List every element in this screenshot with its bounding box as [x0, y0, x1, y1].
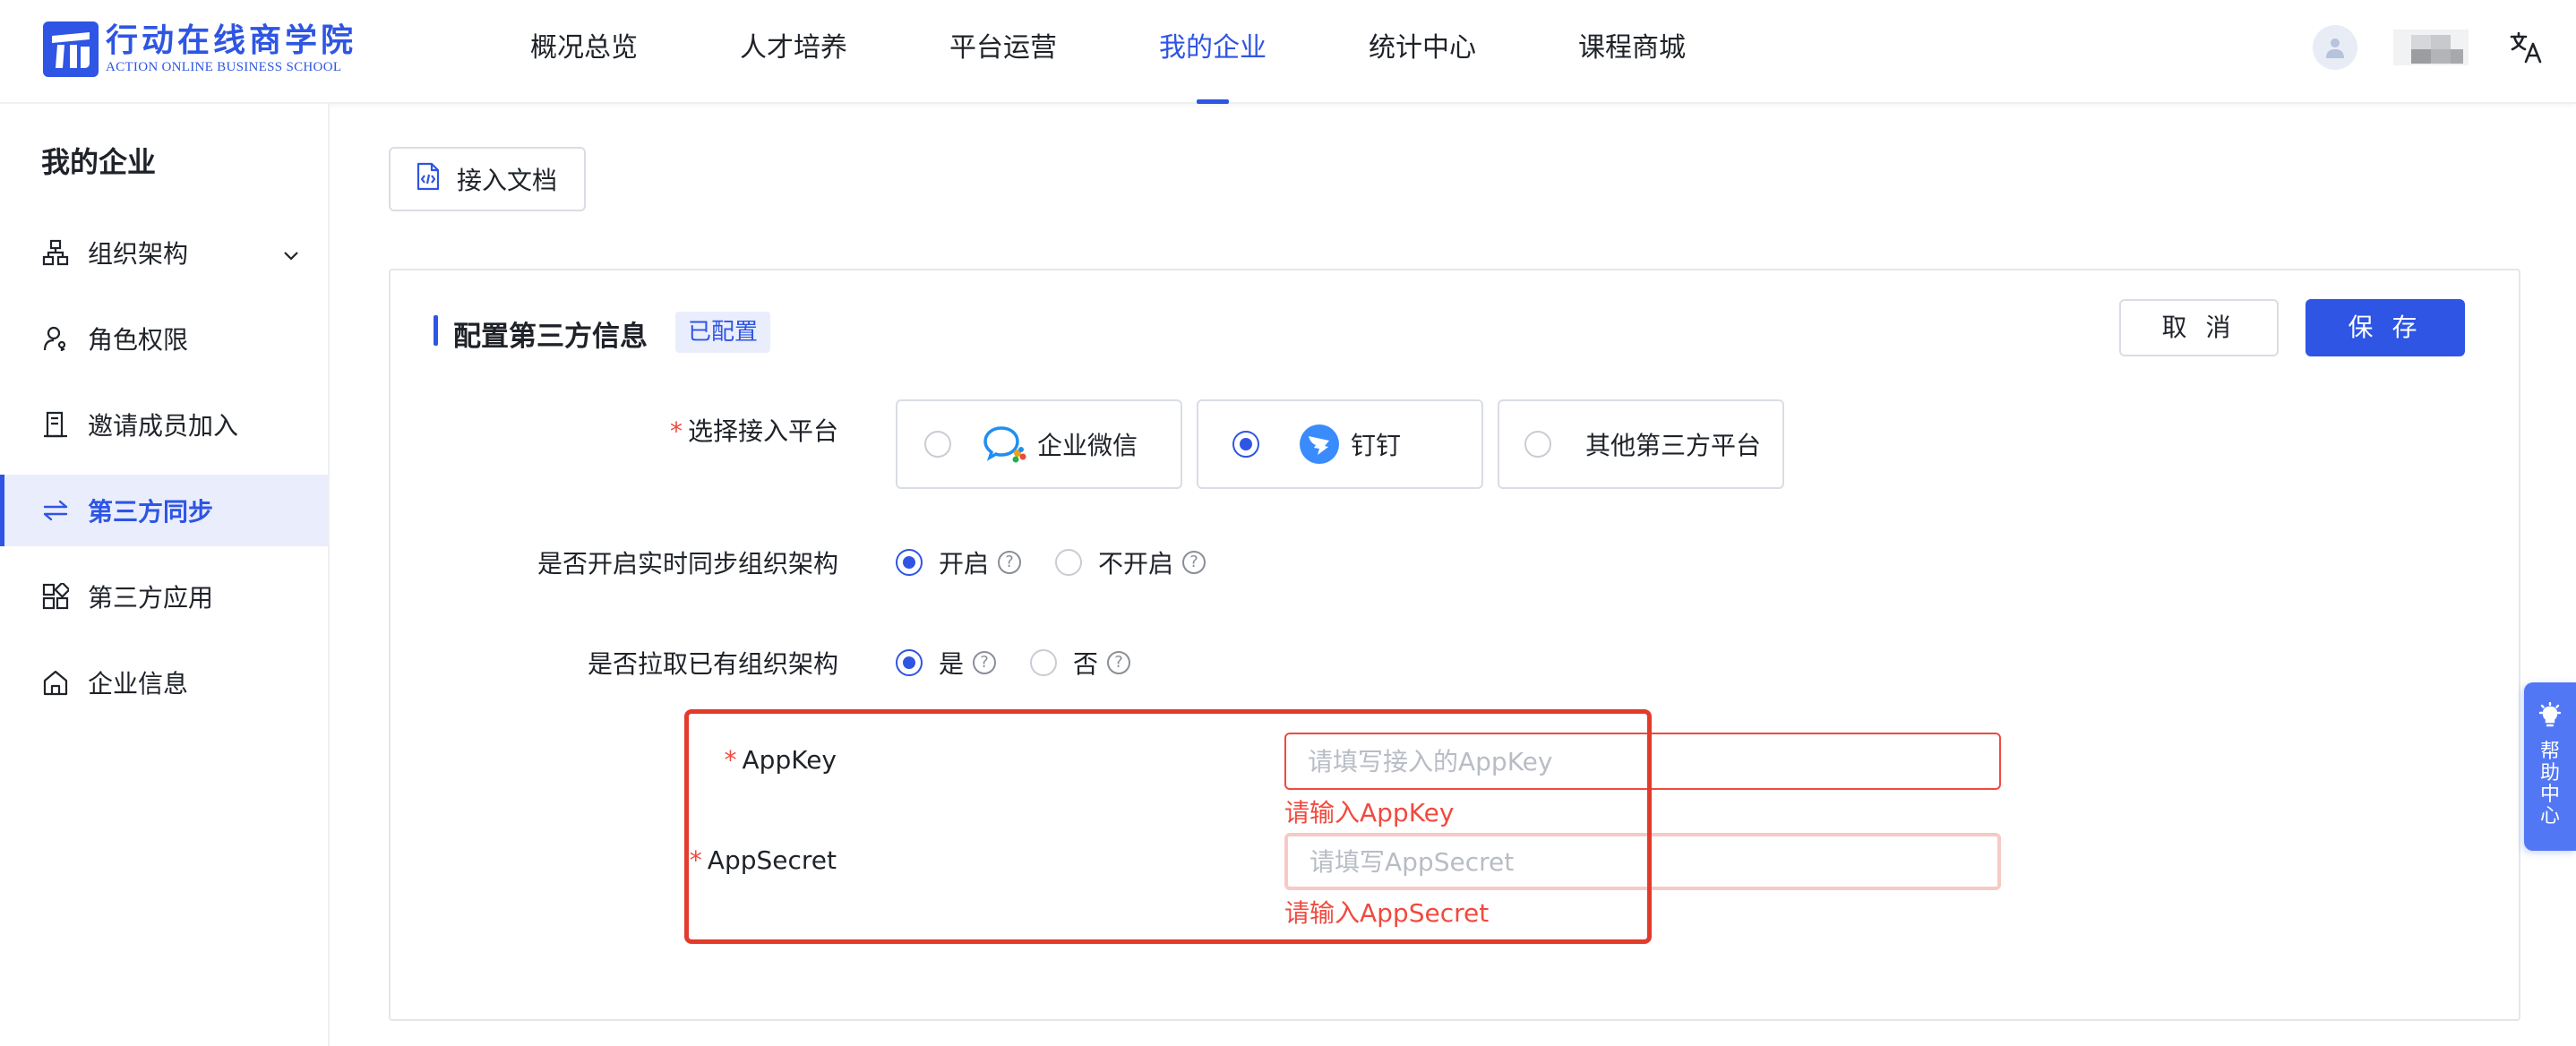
brand-name-cn: 行动在线商学院 — [106, 22, 357, 59]
sidebar-item-org-structure[interactable]: 组织架构 — [0, 217, 328, 288]
nav-item-my-enterprise[interactable]: 我的企业 — [1159, 0, 1267, 104]
help-center-tab[interactable]: 帮助中心 — [2524, 682, 2576, 851]
brand-logo[interactable]: 行动在线商学院 ACTION ONLINE BUSINESS SCHOOL — [43, 21, 356, 77]
integration-doc-button[interactable]: 接入文档 — [389, 147, 586, 211]
user-avatar-icon[interactable] — [2313, 25, 2357, 70]
sync-arrows-icon — [41, 496, 70, 525]
sidebar-item-label: 第三方应用 — [88, 583, 214, 613]
org-chart-icon — [41, 238, 70, 267]
sidebar-item-label: 组织架构 — [88, 239, 189, 269]
sidebar-item-label: 第三方同步 — [88, 497, 214, 527]
nav-item-operations[interactable]: 平台运营 — [949, 0, 1057, 104]
nav-item-overview[interactable]: 概况总览 — [530, 0, 638, 104]
sidebar-item-third-party-sync[interactable]: 第三方同步 — [0, 475, 328, 546]
help-center-label: 帮助中心 — [2539, 741, 2560, 827]
logo-mark-icon — [43, 21, 99, 77]
sidebar-item-third-party-apps[interactable]: 第三方应用 — [0, 561, 328, 632]
doc-button-label: 接入文档 — [457, 166, 558, 195]
home-icon — [41, 668, 70, 697]
lightbulb-icon — [2538, 701, 2562, 733]
sidebar-item-enterprise-info[interactable]: 企业信息 — [0, 647, 328, 718]
code-file-icon — [416, 162, 441, 197]
top-header: 行动在线商学院 ACTION ONLINE BUSINESS SCHOOL 概况… — [0, 0, 2576, 104]
sidebar: 我的企业 组织架构 角色权限 邀请成员加入 第三方同步 第三方应用 企业信息 — [0, 104, 330, 1046]
user-name-redacted[interactable] — [2393, 30, 2469, 65]
nav-item-talent[interactable]: 人才培养 — [740, 0, 847, 104]
user-key-icon — [41, 324, 70, 353]
sidebar-item-invite-members[interactable]: 邀请成员加入 — [0, 389, 328, 460]
nav-item-course-mall[interactable]: 课程商城 — [1578, 0, 1686, 104]
sidebar-item-label: 角色权限 — [88, 325, 189, 355]
sidebar-item-label: 企业信息 — [88, 669, 189, 699]
apps-grid-icon — [41, 582, 70, 611]
sidebar-title: 我的企业 — [41, 145, 157, 179]
main-nav: 概况总览 人才培养 平台运营 我的企业 统计中心 课程商城 — [530, 0, 1788, 104]
invite-doc-icon — [41, 410, 70, 439]
brand-name-en: ACTION ONLINE BUSINESS SCHOOL — [106, 60, 342, 74]
sidebar-item-label: 邀请成员加入 — [88, 411, 239, 441]
translate-icon[interactable] — [2508, 30, 2544, 65]
nav-item-statistics[interactable]: 统计中心 — [1369, 0, 1476, 104]
sidebar-item-role-permission[interactable]: 角色权限 — [0, 303, 328, 374]
chevron-down-icon[interactable] — [281, 242, 301, 271]
highlight-annotation-box — [684, 709, 1652, 944]
